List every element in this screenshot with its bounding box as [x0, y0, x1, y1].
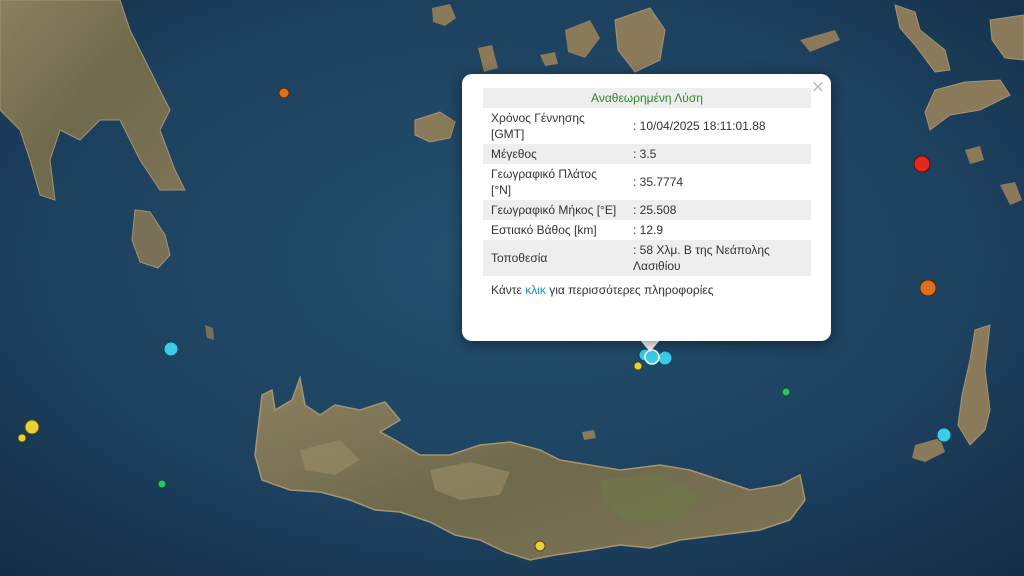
magnitude-value: : 3.5: [625, 144, 811, 164]
earthquake-marker[interactable]: [781, 387, 791, 397]
earthquake-marker[interactable]: [278, 87, 290, 99]
earthquake-marker[interactable]: [913, 155, 931, 173]
popup-footer: Κάντε κλικ για περισσότερες πληροφορίες: [483, 276, 811, 297]
earthquake-marker[interactable]: [163, 341, 179, 357]
latitude-label: Γεωγραφικό Πλάτος [°N]: [491, 167, 597, 197]
info-row-magnitude: Μέγεθος : 3.5: [483, 144, 811, 164]
popup-tip: [640, 340, 660, 352]
earthquake-marker[interactable]: [17, 433, 27, 443]
depth-label: Εστιακό Βάθος [km]: [491, 223, 597, 237]
info-row-depth: Εστιακό Βάθος [km] : 12.9: [483, 220, 811, 240]
info-row-origin-time: Χρόνος Γέννησης [GMT] : 10/04/2025 18:11…: [483, 108, 811, 144]
selected-earthquake-marker[interactable]: [644, 349, 660, 365]
earthquake-marker[interactable]: [936, 427, 952, 443]
earthquake-info-popup: × Αναθεωρημένη Λύση Χρόνος Γέννησης [GMT…: [462, 74, 831, 341]
earthquake-marker[interactable]: [157, 479, 167, 489]
earthquake-info-table: Αναθεωρημένη Λύση Χρόνος Γέννησης [GMT] …: [483, 88, 811, 276]
info-row-longitude: Γεωγραφικό Μήκος [°E] : 25.508: [483, 200, 811, 220]
latitude-value: : 35.7774: [633, 175, 684, 189]
location-value: : 58 Χλμ. Β της Νεάπολης Λασιθίου: [625, 240, 811, 276]
earthquake-marker[interactable]: [919, 279, 937, 297]
depth-value: : 12.9: [633, 223, 664, 237]
footer-text-before: Κάντε: [491, 283, 526, 297]
earthquake-marker[interactable]: [657, 350, 673, 366]
more-info-link[interactable]: κλικ: [525, 283, 546, 297]
origin-time-label: Χρόνος Γέννησης [GMT]: [491, 111, 585, 141]
popup-title-row: Αναθεωρημένη Λύση: [483, 88, 811, 108]
footer-text-after: για περισσότερες πληροφορίες: [545, 283, 714, 297]
earthquake-marker[interactable]: [633, 361, 643, 371]
location-label: Τοποθεσία: [483, 240, 625, 276]
info-row-latitude: Γεωγραφικό Πλάτος [°N] : 35.7774: [483, 164, 811, 200]
earthquake-marker[interactable]: [534, 540, 546, 552]
info-row-location: Τοποθεσία : 58 Χλμ. Β της Νεάπολης Λασιθ…: [483, 240, 811, 276]
longitude-label: Γεωγραφικό Μήκος [°E]: [483, 200, 625, 220]
origin-time-value: : 10/04/2025 18:11:01.88: [633, 119, 766, 133]
longitude-value: : 25.508: [625, 200, 811, 220]
close-icon[interactable]: ×: [811, 78, 825, 96]
magnitude-label: Μέγεθος: [483, 144, 625, 164]
earthquake-marker[interactable]: [24, 419, 40, 435]
popup-title: Αναθεωρημένη Λύση: [483, 88, 811, 108]
